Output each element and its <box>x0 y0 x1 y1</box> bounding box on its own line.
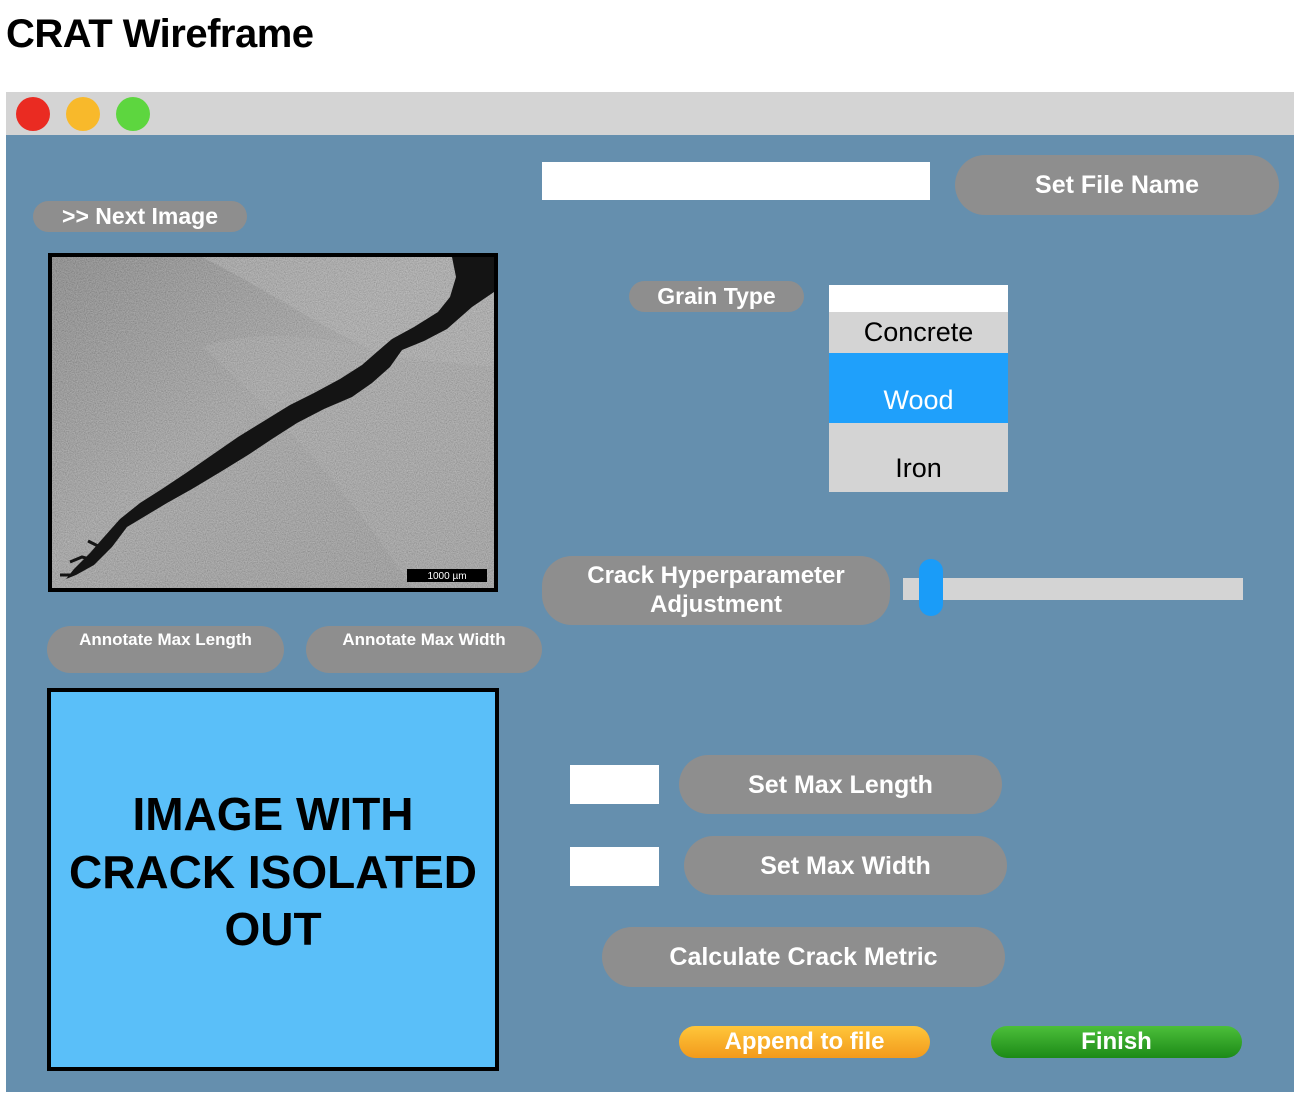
append-to-file-button[interactable]: Append to file <box>679 1026 930 1058</box>
hyperparameter-slider-track[interactable] <box>903 578 1243 600</box>
crack-image: 1000 µm <box>48 253 498 592</box>
next-image-button[interactable]: >> Next Image <box>33 201 247 232</box>
window-titlebar <box>6 92 1294 135</box>
annotate-max-length-button[interactable]: Annotate Max Length <box>47 626 284 673</box>
grain-option-concrete[interactable]: Concrete <box>829 312 1008 353</box>
hyperparameter-slider-thumb[interactable] <box>918 559 943 616</box>
annotate-max-width-button[interactable]: Annotate Max Width <box>306 626 542 673</box>
set-max-length-button[interactable]: Set Max Length <box>679 755 1002 814</box>
file-name-input[interactable] <box>542 162 930 200</box>
isolated-crack-image: IMAGE WITH CRACK ISOLATED OUT <box>47 688 499 1071</box>
max-width-input[interactable] <box>570 847 659 886</box>
max-length-input[interactable] <box>570 765 659 804</box>
finish-button[interactable]: Finish <box>991 1026 1242 1058</box>
minimize-button[interactable] <box>66 97 100 131</box>
set-max-width-button[interactable]: Set Max Width <box>684 836 1007 895</box>
app-content: >> Next Image Set File Name 1000 µm Anno… <box>6 135 1294 1092</box>
close-button[interactable] <box>16 97 50 131</box>
grain-option-iron[interactable]: Iron <box>829 423 1008 492</box>
set-file-name-button[interactable]: Set File Name <box>955 155 1279 215</box>
hyperparameter-label: Crack Hyperparameter Adjustment <box>542 556 890 625</box>
app-window: >> Next Image Set File Name 1000 µm Anno… <box>6 92 1294 1092</box>
grain-type-list[interactable]: Concrete Wood Iron <box>829 285 1008 492</box>
grain-type-list-header <box>829 285 1008 312</box>
scale-bar-label: 1000 µm <box>427 571 466 582</box>
zoom-button[interactable] <box>116 97 150 131</box>
grain-option-wood[interactable]: Wood <box>829 353 1008 423</box>
isolated-crack-placeholder: IMAGE WITH CRACK ISOLATED OUT <box>68 787 478 956</box>
grain-type-label: Grain Type <box>629 281 804 312</box>
page-title: CRAT Wireframe <box>6 12 314 56</box>
calculate-crack-metric-button[interactable]: Calculate Crack Metric <box>602 927 1005 987</box>
